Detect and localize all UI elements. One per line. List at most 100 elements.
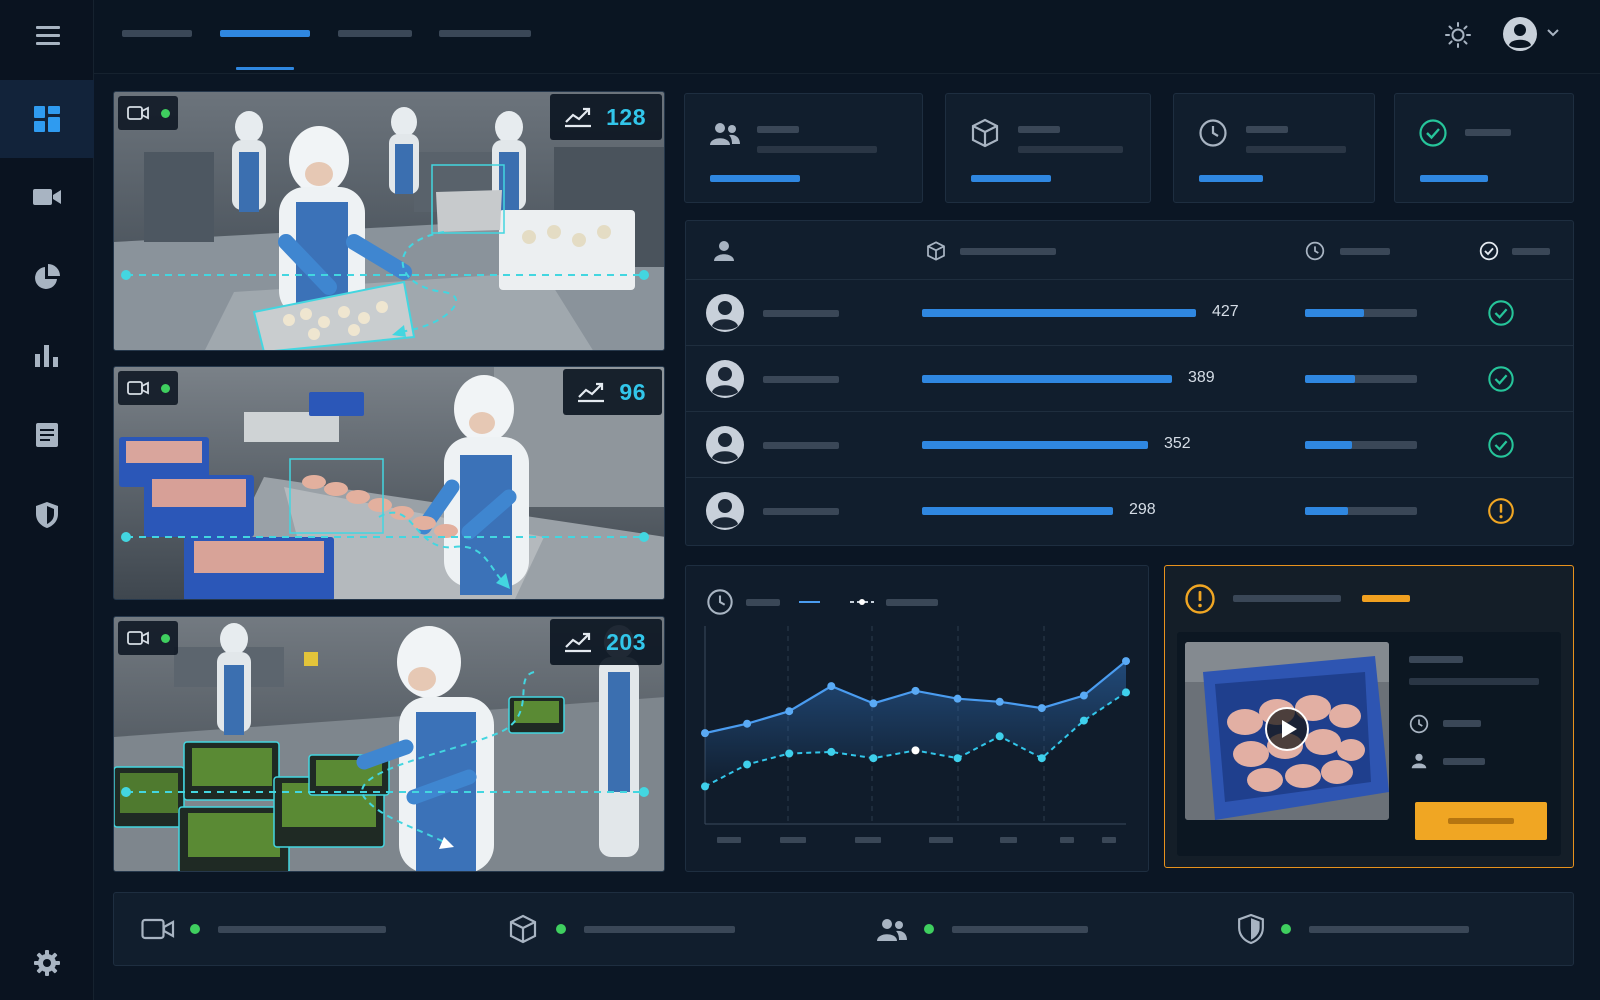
box-icon bbox=[971, 118, 999, 148]
output-bar bbox=[922, 441, 1148, 449]
kpi-progress bbox=[710, 175, 800, 182]
live-indicator-dot bbox=[161, 108, 170, 118]
user-avatar-icon[interactable] bbox=[1502, 16, 1538, 52]
x-tick-label bbox=[717, 837, 741, 843]
menu-icon[interactable] bbox=[30, 20, 66, 50]
series-1-point bbox=[995, 697, 1004, 706]
users-icon bbox=[710, 123, 740, 145]
output-bar bbox=[922, 507, 1113, 515]
users-icon bbox=[877, 919, 907, 941]
sidebar-item-settings[interactable] bbox=[0, 924, 94, 1000]
series-2-point bbox=[1037, 754, 1046, 763]
series-2-point bbox=[911, 746, 920, 755]
series-1-point bbox=[827, 682, 836, 691]
shield-icon bbox=[1238, 913, 1264, 945]
worker-table: 427 389 352 298 bbox=[685, 220, 1574, 546]
dashboard-icon bbox=[34, 106, 60, 132]
tab-4[interactable] bbox=[439, 30, 531, 37]
camera-feed-2[interactable]: 96 bbox=[113, 366, 665, 600]
chevron-down-icon[interactable] bbox=[1546, 28, 1560, 38]
kpi-card-time[interactable] bbox=[1173, 93, 1375, 203]
sidebar-item-security[interactable] bbox=[0, 476, 94, 554]
series-2-point bbox=[701, 782, 709, 791]
series-1-point bbox=[785, 707, 794, 716]
sidebar-item-dashboard[interactable] bbox=[0, 80, 94, 158]
gear-icon bbox=[34, 950, 60, 976]
kpi-card-items[interactable] bbox=[945, 93, 1151, 203]
time-progress bbox=[1305, 507, 1417, 515]
status-dot-security bbox=[1281, 924, 1291, 934]
table-row[interactable]: 427 bbox=[686, 279, 1573, 345]
table-row[interactable]: 352 bbox=[686, 411, 1573, 477]
series-area bbox=[705, 661, 1126, 787]
series-2-point bbox=[953, 754, 962, 763]
x-tick-label bbox=[929, 837, 953, 843]
user-icon bbox=[714, 241, 734, 261]
shield-icon bbox=[36, 502, 58, 528]
count-badge: 128 bbox=[550, 94, 662, 140]
table-row[interactable]: 389 bbox=[686, 345, 1573, 411]
camera-feed-1[interactable]: 128 bbox=[113, 91, 665, 351]
trend-icon bbox=[578, 382, 605, 403]
play-icon[interactable] bbox=[1265, 707, 1309, 751]
object-count: 203 bbox=[606, 628, 646, 655]
tab-3[interactable] bbox=[338, 30, 412, 37]
throughput-chart bbox=[685, 565, 1149, 872]
camera-icon bbox=[141, 918, 175, 940]
output-bar bbox=[922, 309, 1196, 317]
sidebar-item-documents[interactable] bbox=[0, 396, 94, 474]
alert-panel bbox=[1164, 565, 1574, 868]
active-tab-underline bbox=[236, 67, 294, 70]
status-dot-cameras bbox=[190, 924, 200, 934]
count-badge: 203 bbox=[550, 619, 662, 665]
camera-icon bbox=[127, 631, 149, 645]
trend-icon bbox=[565, 632, 592, 653]
alert-action-button[interactable] bbox=[1415, 802, 1547, 840]
x-tick-label bbox=[1000, 837, 1017, 843]
table-row[interactable]: 298 bbox=[686, 477, 1573, 543]
object-count: 96 bbox=[619, 378, 646, 405]
x-tick-label bbox=[780, 837, 806, 843]
kpi-card-workers[interactable] bbox=[684, 93, 923, 203]
camera-live-badge bbox=[118, 96, 178, 130]
avatar bbox=[706, 492, 744, 530]
time-progress bbox=[1305, 375, 1417, 383]
avatar bbox=[706, 360, 744, 398]
output-value: 389 bbox=[1188, 369, 1215, 386]
top-bar bbox=[94, 0, 1600, 74]
alert-detail bbox=[1177, 632, 1561, 856]
series-2-point bbox=[743, 760, 752, 769]
x-tick-label bbox=[1102, 837, 1116, 843]
line-chart bbox=[701, 626, 1130, 843]
alert-icon bbox=[1185, 584, 1215, 614]
camera-feed-3[interactable]: 203 bbox=[113, 616, 665, 872]
x-tick-label bbox=[855, 837, 881, 843]
clock-icon bbox=[1199, 119, 1227, 147]
check-circle-icon bbox=[1488, 300, 1514, 326]
series-2-point bbox=[827, 747, 836, 756]
camera-live-badge bbox=[118, 371, 178, 405]
series-1-point bbox=[743, 719, 752, 728]
clock-icon bbox=[1305, 241, 1325, 261]
time-progress bbox=[1305, 441, 1417, 449]
avatar bbox=[706, 294, 744, 332]
sidebar-item-reports[interactable] bbox=[0, 238, 94, 316]
object-count: 128 bbox=[606, 103, 646, 130]
trend-icon bbox=[565, 107, 592, 128]
check-circle-icon bbox=[1479, 241, 1499, 261]
series-1-point bbox=[701, 729, 709, 738]
output-bar bbox=[922, 375, 1172, 383]
sidebar-item-analytics[interactable] bbox=[0, 316, 94, 394]
bar-chart-icon bbox=[35, 345, 58, 367]
alert-video-thumbnail[interactable] bbox=[1185, 642, 1389, 820]
series-2-point bbox=[995, 732, 1004, 741]
kpi-card-quality[interactable] bbox=[1394, 93, 1574, 203]
kpi-progress bbox=[1199, 175, 1263, 182]
box-icon bbox=[927, 241, 945, 261]
avatar bbox=[706, 426, 744, 464]
live-indicator-dot bbox=[161, 633, 170, 643]
tab-1[interactable] bbox=[122, 30, 192, 37]
tab-2-active[interactable] bbox=[220, 30, 310, 37]
sidebar-item-cameras[interactable] bbox=[0, 158, 94, 236]
sun-icon[interactable] bbox=[1444, 21, 1472, 49]
